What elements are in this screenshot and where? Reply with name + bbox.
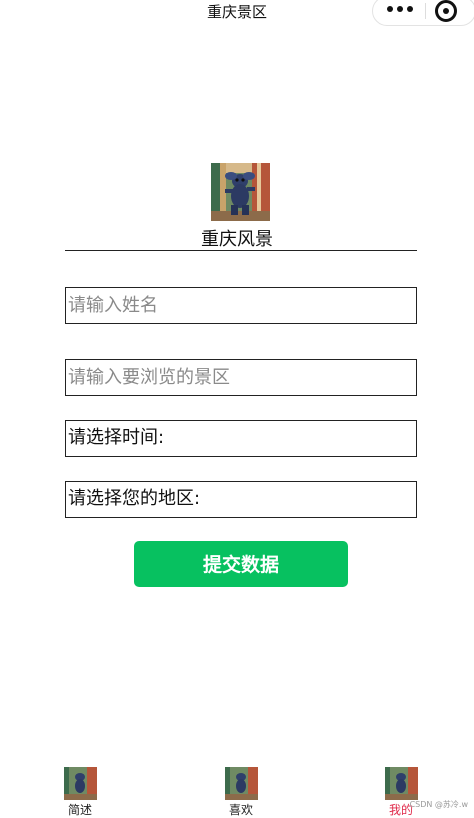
heading-underline (65, 250, 417, 251)
more-icon[interactable] (387, 6, 413, 12)
tab-bar: 简述 喜欢 我的 (0, 764, 474, 817)
stitch-character-icon (225, 767, 258, 800)
stitch-character-icon (385, 767, 418, 800)
page-heading: 重庆风景 (201, 229, 273, 250)
region-picker-label: 请选择您的地区: (68, 488, 201, 509)
capsule-divider (425, 3, 426, 19)
time-picker-label: 请选择时间: (68, 427, 165, 448)
csdn-watermark: CSDN @苏冷.w (409, 800, 468, 809)
submit-data-button[interactable]: 提交数据 (134, 541, 348, 587)
mini-program-capsule (372, 0, 474, 26)
navigation-bar: 重庆景区 (0, 0, 474, 28)
stitch-avatar-image (211, 163, 270, 221)
close-target-icon[interactable] (435, 0, 457, 22)
stitch-character-icon (64, 767, 97, 800)
region-picker[interactable]: 请选择您的地区: (65, 481, 417, 518)
time-picker[interactable]: 请选择时间: (65, 420, 417, 457)
tab-like[interactable]: 喜欢 (211, 764, 271, 817)
name-input[interactable] (65, 287, 417, 324)
scenic-area-input[interactable] (65, 359, 417, 396)
tab-brief[interactable]: 简述 (50, 764, 110, 817)
